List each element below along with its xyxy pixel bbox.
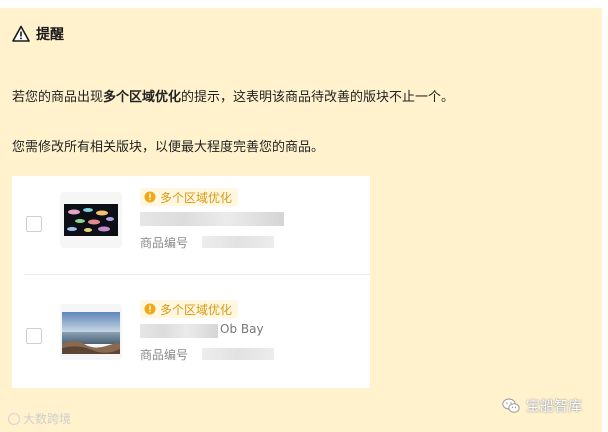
coastal-landscape-image bbox=[60, 304, 122, 360]
info-alert-icon bbox=[144, 191, 156, 203]
notice-paragraph-1: 若您的商品出现多个区域优化的提示，这表明该商品待改善的版块不止一个。 bbox=[12, 90, 455, 105]
multi-area-optimization-badge: 多个区域优化 bbox=[140, 188, 239, 206]
sku-label: 商品编号 bbox=[140, 348, 189, 362]
product-list-card: 多个区域优化 商品编号 多个区域优化 Ob Bay 商品编号 bbox=[12, 176, 370, 388]
product-title-redacted[interactable] bbox=[140, 212, 284, 226]
sku-value-redacted bbox=[202, 348, 274, 360]
product-checkbox[interactable] bbox=[26, 216, 42, 232]
notice-title: 提醒 bbox=[36, 27, 64, 43]
sku-value-redacted bbox=[202, 236, 274, 248]
product-row: 多个区域优化 商品编号 bbox=[12, 184, 370, 278]
bold-term: 多个区域优化 bbox=[103, 90, 182, 105]
warning-icon bbox=[12, 25, 30, 42]
product-title-redacted[interactable] bbox=[140, 324, 218, 338]
info-alert-icon bbox=[144, 303, 156, 315]
row-divider bbox=[24, 274, 370, 275]
sku-label: 商品编号 bbox=[140, 236, 189, 250]
watermark-right: 宝船智库 bbox=[502, 396, 582, 416]
multi-area-optimization-badge: 多个区域优化 bbox=[140, 300, 239, 318]
aquarium-fish-image bbox=[60, 192, 122, 248]
product-thumbnail[interactable] bbox=[60, 192, 122, 248]
product-row: 多个区域优化 Ob Bay 商品编号 bbox=[12, 296, 370, 390]
notice-header: 提醒 bbox=[12, 24, 64, 44]
product-checkbox[interactable] bbox=[26, 328, 42, 344]
watermark-left: 大数跨境 bbox=[8, 410, 71, 427]
product-thumbnail[interactable] bbox=[60, 304, 122, 360]
notice-paragraph-2: 您需修改所有相关版块，以便最大程度完善您的商品。 bbox=[12, 140, 325, 155]
wechat-icon bbox=[502, 398, 520, 413]
copyright-circle-icon bbox=[8, 412, 20, 425]
product-title-visible-fragment[interactable]: Ob Bay bbox=[220, 322, 264, 336]
